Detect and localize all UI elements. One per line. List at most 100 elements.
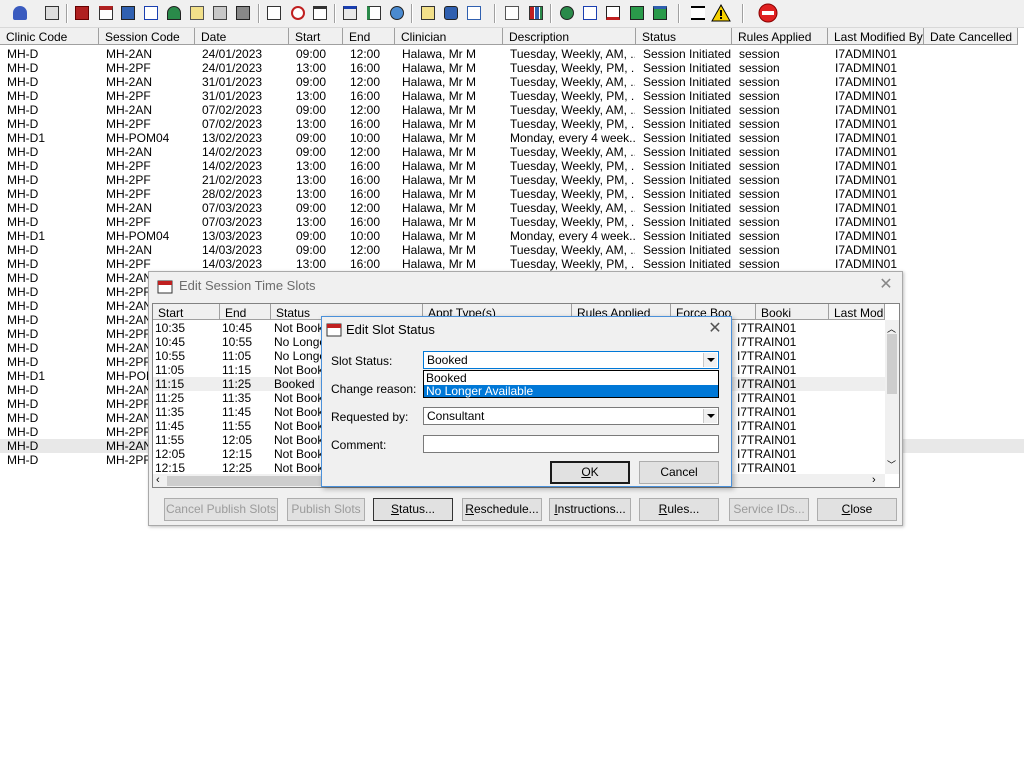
column-header[interactable]: Date Cancelled (924, 28, 1018, 45)
dropdown-option-booked[interactable]: Booked (424, 372, 718, 384)
column-header[interactable]: Date (195, 28, 289, 45)
table-row[interactable]: MH-D1 MH-POM04 13/03/2023 09:00 10:00 Halawa,… (0, 229, 1024, 243)
edit-document-icon[interactable] (96, 3, 116, 23)
slot-status-select[interactable]: Booked (423, 351, 719, 369)
chevron-down-icon[interactable] (703, 409, 717, 423)
ward-icon[interactable] (464, 3, 484, 23)
memo-icon[interactable] (418, 3, 438, 23)
column-header[interactable]: Start (153, 304, 220, 320)
service-ids-button[interactable]: Service IDs... (729, 498, 809, 521)
table-cell: I7ADMIN01 (835, 131, 898, 145)
column-header[interactable]: Description (503, 28, 636, 45)
upload-icon[interactable] (650, 3, 670, 23)
list-icon[interactable] (310, 3, 330, 23)
book-icon[interactable] (72, 3, 92, 23)
publish-slots-button[interactable]: Publish Slots (287, 498, 365, 521)
table-cell (931, 215, 1017, 229)
close-icon[interactable]: ✕ (878, 277, 894, 293)
table-row[interactable]: MH-D MH-2AN 07/03/2023 09:00 12:00 Halawa, Mr… (0, 201, 1024, 215)
checklist-icon[interactable] (580, 3, 600, 23)
transfer-icon[interactable] (233, 3, 253, 23)
table-cell: Session Initiated (643, 257, 731, 271)
envelope-icon[interactable] (264, 3, 284, 23)
dropdown-option-no-longer-available[interactable]: No Longer Available (424, 385, 718, 397)
exit-icon[interactable] (758, 3, 778, 23)
cancel-publish-slots-button[interactable]: Cancel Publish Slots (164, 498, 278, 521)
task-check-icon[interactable] (603, 3, 623, 23)
table-row[interactable]: MH-D MH-2AN 14/02/2023 09:00 12:00 Halawa, Mr… (0, 145, 1024, 159)
table-row[interactable]: MH-D MH-2PF 07/02/2023 13:00 16:00 Halawa, Mr… (0, 117, 1024, 131)
table-row[interactable]: MH-D MH-2PF 07/03/2023 13:00 16:00 Halawa, Mr… (0, 215, 1024, 229)
table-cell: Not Book (274, 363, 324, 377)
ok-button[interactable]: OK (550, 461, 630, 484)
column-header[interactable]: Start (289, 28, 343, 45)
column-header[interactable]: End (220, 304, 271, 320)
table-cell: Session Initiated (643, 61, 731, 75)
chevron-down-icon[interactable] (703, 353, 717, 367)
swap-arrows-icon[interactable] (688, 3, 708, 23)
column-header[interactable]: Last Modified By (828, 28, 924, 45)
column-header[interactable]: Clinician (395, 28, 503, 45)
page-icon[interactable] (502, 3, 522, 23)
cancel-button[interactable]: Cancel (639, 461, 719, 484)
table-row[interactable]: MH-D1 MH-POM04 13/02/2023 09:00 10:00 Halawa,… (0, 131, 1024, 145)
table-cell (931, 355, 1017, 369)
table-row[interactable]: MH-D MH-2PF 28/02/2023 13:00 16:00 Halawa, Mr… (0, 187, 1024, 201)
column-header[interactable]: Rules Applied (732, 28, 828, 45)
printer-icon[interactable] (42, 3, 62, 23)
table-cell: MH-D (7, 75, 39, 89)
table-cell: 12:00 (350, 75, 381, 89)
column-header[interactable]: Status (636, 28, 732, 45)
column-header[interactable]: End (343, 28, 395, 45)
table-row[interactable]: MH-D MH-2AN 24/01/2023 09:00 12:00 Halawa, Mr… (0, 47, 1024, 61)
table-row[interactable]: MH-D MH-2PF 14/03/2023 13:00 16:00 Halawa, Mr… (0, 257, 1024, 271)
notes-icon[interactable] (187, 3, 207, 23)
table-row[interactable]: MH-D MH-2PF 21/02/2023 13:00 16:00 Halawa, Mr… (0, 173, 1024, 187)
chart-window-icon[interactable] (340, 3, 360, 23)
slot-status-dropdown[interactable]: Booked No Longer Available (423, 370, 719, 398)
table-cell: Tuesday, Weekly, PM, ... (510, 257, 635, 271)
rules-button[interactable]: Rules... (639, 498, 719, 521)
clock-icon[interactable] (288, 3, 308, 23)
scroll-left-icon[interactable]: ‹ (156, 474, 160, 486)
vertical-scrollbar[interactable]: ︿ ﹀ (885, 320, 899, 474)
report-icon[interactable] (364, 3, 384, 23)
status-button[interactable]: Status... (373, 498, 453, 521)
scrollbar-thumb[interactable] (887, 334, 897, 394)
globe-icon[interactable] (387, 3, 407, 23)
table-cell: MH-D (7, 397, 39, 411)
close-icon[interactable]: ✕ (707, 321, 723, 337)
close-button[interactable]: Close (817, 498, 897, 521)
column-header[interactable]: Booki (756, 304, 829, 320)
instructions-button[interactable]: Instructions... (549, 498, 631, 521)
table-row[interactable]: MH-D MH-2PF 14/02/2023 13:00 16:00 Halawa, Mr… (0, 159, 1024, 173)
reschedule-button[interactable]: Reschedule... (462, 498, 542, 521)
table-row[interactable]: MH-D MH-2AN 31/01/2023 09:00 12:00 Halawa, Mr… (0, 75, 1024, 89)
m-icon[interactable] (141, 3, 161, 23)
download-icon[interactable] (627, 3, 647, 23)
person-icon[interactable] (10, 3, 30, 23)
table-cell: MH-D (7, 61, 39, 75)
table-row[interactable]: MH-D MH-2AN 14/03/2023 09:00 12:00 Halawa, Mr… (0, 243, 1024, 257)
bed-icon[interactable] (441, 3, 461, 23)
column-header[interactable]: Clinic Code (0, 28, 99, 45)
user-card-icon[interactable] (164, 3, 184, 23)
table-cell: I7ADMIN01 (835, 201, 898, 215)
column-header[interactable]: Session Code (99, 28, 195, 45)
table-cell: session (739, 117, 780, 131)
screen-icon[interactable] (118, 3, 138, 23)
comment-field[interactable] (423, 435, 719, 453)
table-row[interactable]: MH-D MH-2AN 07/02/2023 09:00 12:00 Halawa, Mr… (0, 103, 1024, 117)
clipboard-icon[interactable] (210, 3, 230, 23)
table-row[interactable]: MH-D MH-2PF 31/01/2023 13:00 16:00 Halawa, Mr… (0, 89, 1024, 103)
column-header[interactable]: Last Modified By (829, 304, 885, 320)
table-cell: MH-2PF (106, 215, 151, 229)
warning-icon[interactable] (711, 3, 731, 23)
bar-chart-icon[interactable] (526, 3, 546, 23)
search-globe-icon[interactable] (557, 3, 577, 23)
scroll-down-icon[interactable]: ﹀ (887, 458, 896, 471)
scroll-right-icon[interactable]: › (872, 474, 876, 486)
table-cell: 12:05 (222, 433, 253, 447)
requested-by-select[interactable]: Consultant (423, 407, 719, 425)
table-row[interactable]: MH-D MH-2PF 24/01/2023 13:00 16:00 Halawa, Mr… (0, 61, 1024, 75)
